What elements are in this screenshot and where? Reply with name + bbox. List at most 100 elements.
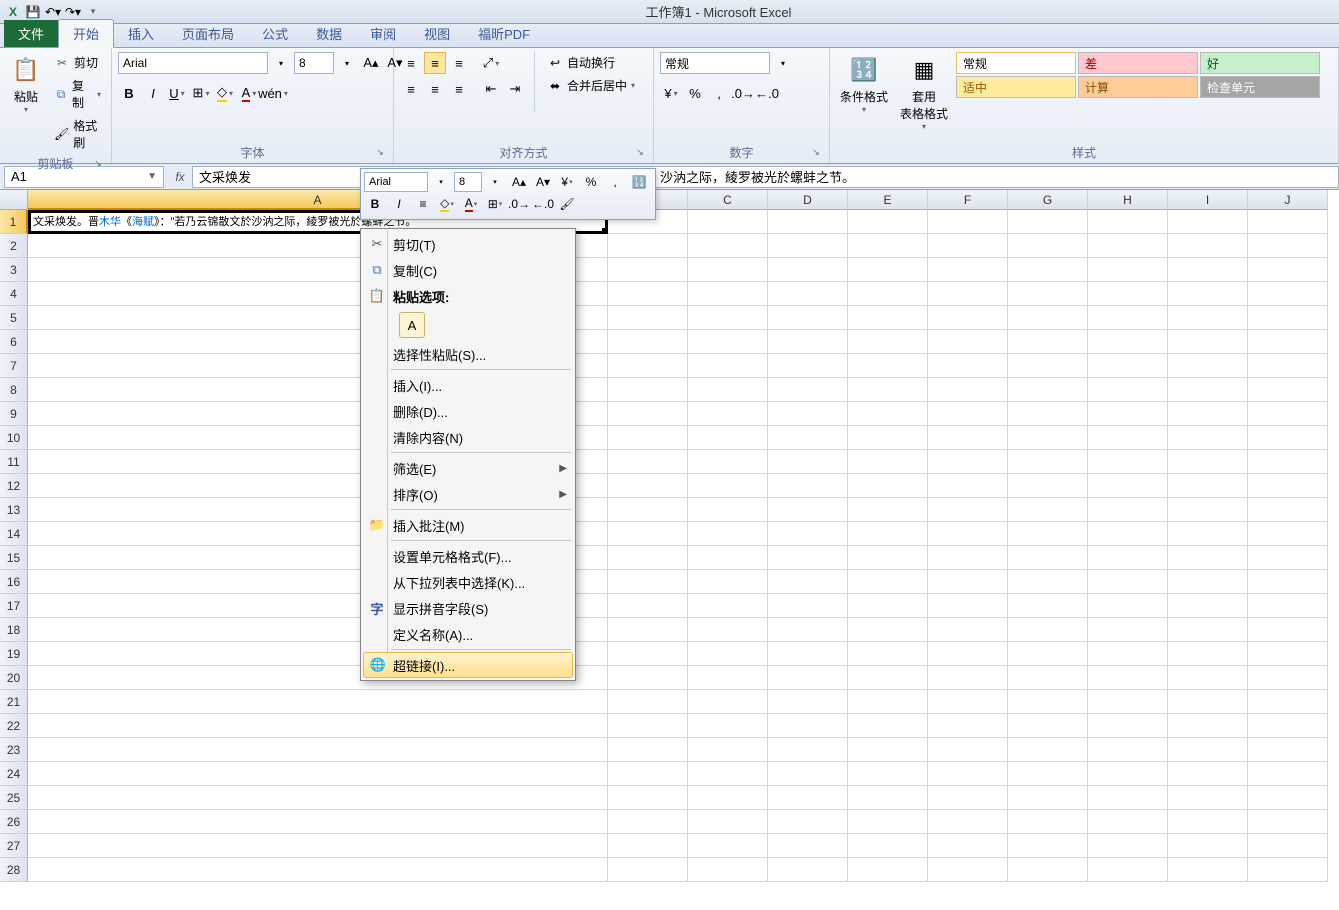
cell[interactable]	[928, 834, 1008, 858]
cell[interactable]	[1008, 354, 1088, 378]
cell[interactable]	[1088, 690, 1168, 714]
tab-foxit[interactable]: 福昕PDF	[464, 20, 544, 47]
row-header[interactable]: 2	[0, 234, 28, 258]
cell[interactable]	[1248, 306, 1328, 330]
row-header[interactable]: 23	[0, 738, 28, 762]
tab-home[interactable]: 开始	[58, 19, 114, 48]
cell[interactable]	[608, 234, 688, 258]
mini-font-color-icon[interactable]: A	[460, 194, 482, 214]
cell[interactable]	[1088, 426, 1168, 450]
cell[interactable]	[28, 690, 608, 714]
cell[interactable]	[28, 810, 608, 834]
cell[interactable]	[1008, 498, 1088, 522]
cell[interactable]	[928, 618, 1008, 642]
cell[interactable]	[848, 762, 928, 786]
row-header[interactable]: 15	[0, 546, 28, 570]
mini-fill-icon[interactable]: ◇	[436, 194, 458, 214]
cell[interactable]	[1248, 522, 1328, 546]
cell[interactable]	[1168, 834, 1248, 858]
align-right-icon[interactable]: ≡	[448, 78, 470, 100]
font-size-dd-icon[interactable]: ▾	[336, 52, 358, 74]
cell[interactable]	[928, 282, 1008, 306]
mini-grow-icon[interactable]: A▴	[508, 172, 530, 192]
ctx-pinyin[interactable]: 字显示拼音字段(S)	[363, 595, 573, 621]
decrease-decimal-icon[interactable]: ←.0	[756, 82, 778, 104]
cell[interactable]	[688, 594, 768, 618]
cell[interactable]	[608, 546, 688, 570]
grow-font-icon[interactable]: A▴	[360, 52, 382, 74]
cell[interactable]	[848, 738, 928, 762]
cell[interactable]	[688, 330, 768, 354]
ctx-hyperlink[interactable]: 🌐超链接(I)...	[363, 652, 573, 678]
tab-data[interactable]: 数据	[302, 20, 356, 47]
cell[interactable]	[608, 618, 688, 642]
cell[interactable]	[1248, 786, 1328, 810]
cell[interactable]	[768, 570, 848, 594]
cell[interactable]	[1088, 546, 1168, 570]
row-header[interactable]: 19	[0, 642, 28, 666]
cell[interactable]	[1088, 234, 1168, 258]
cell[interactable]	[848, 786, 928, 810]
row-header[interactable]: 12	[0, 474, 28, 498]
align-center-icon[interactable]: ≡	[424, 78, 446, 100]
ctx-filter[interactable]: 筛选(E)▶	[363, 455, 573, 481]
cell[interactable]	[28, 834, 608, 858]
cell[interactable]	[848, 618, 928, 642]
row-header[interactable]: 22	[0, 714, 28, 738]
cell[interactable]	[608, 450, 688, 474]
ctx-pick-list[interactable]: 从下拉列表中选择(K)...	[363, 569, 573, 595]
cell[interactable]	[848, 330, 928, 354]
cell[interactable]	[688, 642, 768, 666]
cell[interactable]	[1088, 402, 1168, 426]
cell[interactable]	[768, 426, 848, 450]
cell[interactable]	[928, 690, 1008, 714]
cell[interactable]	[1008, 690, 1088, 714]
cell[interactable]	[1248, 690, 1328, 714]
cell[interactable]	[768, 258, 848, 282]
cell[interactable]	[688, 498, 768, 522]
style-bad[interactable]: 差	[1078, 52, 1198, 74]
cell-styles-gallery[interactable]: 常规 差 好 适中 计算 检查单元	[956, 52, 1320, 98]
cell[interactable]	[1168, 618, 1248, 642]
cell[interactable]	[1008, 642, 1088, 666]
clipboard-launcher-icon[interactable]: ↘	[91, 158, 105, 172]
cell[interactable]	[28, 762, 608, 786]
cell[interactable]	[928, 498, 1008, 522]
ctx-insert[interactable]: 插入(I)...	[363, 372, 573, 398]
cell[interactable]	[768, 714, 848, 738]
mini-align-icon[interactable]: ≡	[412, 194, 434, 214]
row-header[interactable]: 5	[0, 306, 28, 330]
mini-bold-icon[interactable]: B	[364, 194, 386, 214]
cell[interactable]	[848, 426, 928, 450]
cell[interactable]	[688, 786, 768, 810]
row-header[interactable]: 16	[0, 570, 28, 594]
cell[interactable]	[768, 282, 848, 306]
cell[interactable]	[848, 522, 928, 546]
cell[interactable]	[928, 354, 1008, 378]
cell[interactable]	[1008, 306, 1088, 330]
cell[interactable]	[928, 738, 1008, 762]
cell[interactable]	[848, 210, 928, 234]
paste-keep-text-icon[interactable]: A	[399, 312, 425, 338]
font-size-combo[interactable]	[294, 52, 334, 74]
cell[interactable]	[688, 258, 768, 282]
underline-icon[interactable]: U	[166, 82, 188, 104]
number-launcher-icon[interactable]: ↘	[809, 147, 823, 161]
cell[interactable]	[1168, 690, 1248, 714]
copy-button[interactable]: ⧉复制▾	[50, 75, 105, 113]
cell[interactable]	[1008, 258, 1088, 282]
ctx-clear[interactable]: 清除内容(N)	[363, 424, 573, 450]
row-header[interactable]: 1	[0, 210, 28, 234]
cell[interactable]	[1168, 354, 1248, 378]
cell[interactable]	[1008, 834, 1088, 858]
cell[interactable]	[1168, 402, 1248, 426]
cell[interactable]	[928, 642, 1008, 666]
font-name-combo[interactable]	[118, 52, 268, 74]
cell[interactable]	[1248, 378, 1328, 402]
cell[interactable]	[1088, 258, 1168, 282]
cell[interactable]	[768, 810, 848, 834]
style-neutral[interactable]: 适中	[956, 76, 1076, 98]
cell[interactable]	[688, 402, 768, 426]
table-format-button[interactable]: ▦ 套用 表格格式 ▾	[896, 52, 952, 133]
cell[interactable]	[1248, 258, 1328, 282]
